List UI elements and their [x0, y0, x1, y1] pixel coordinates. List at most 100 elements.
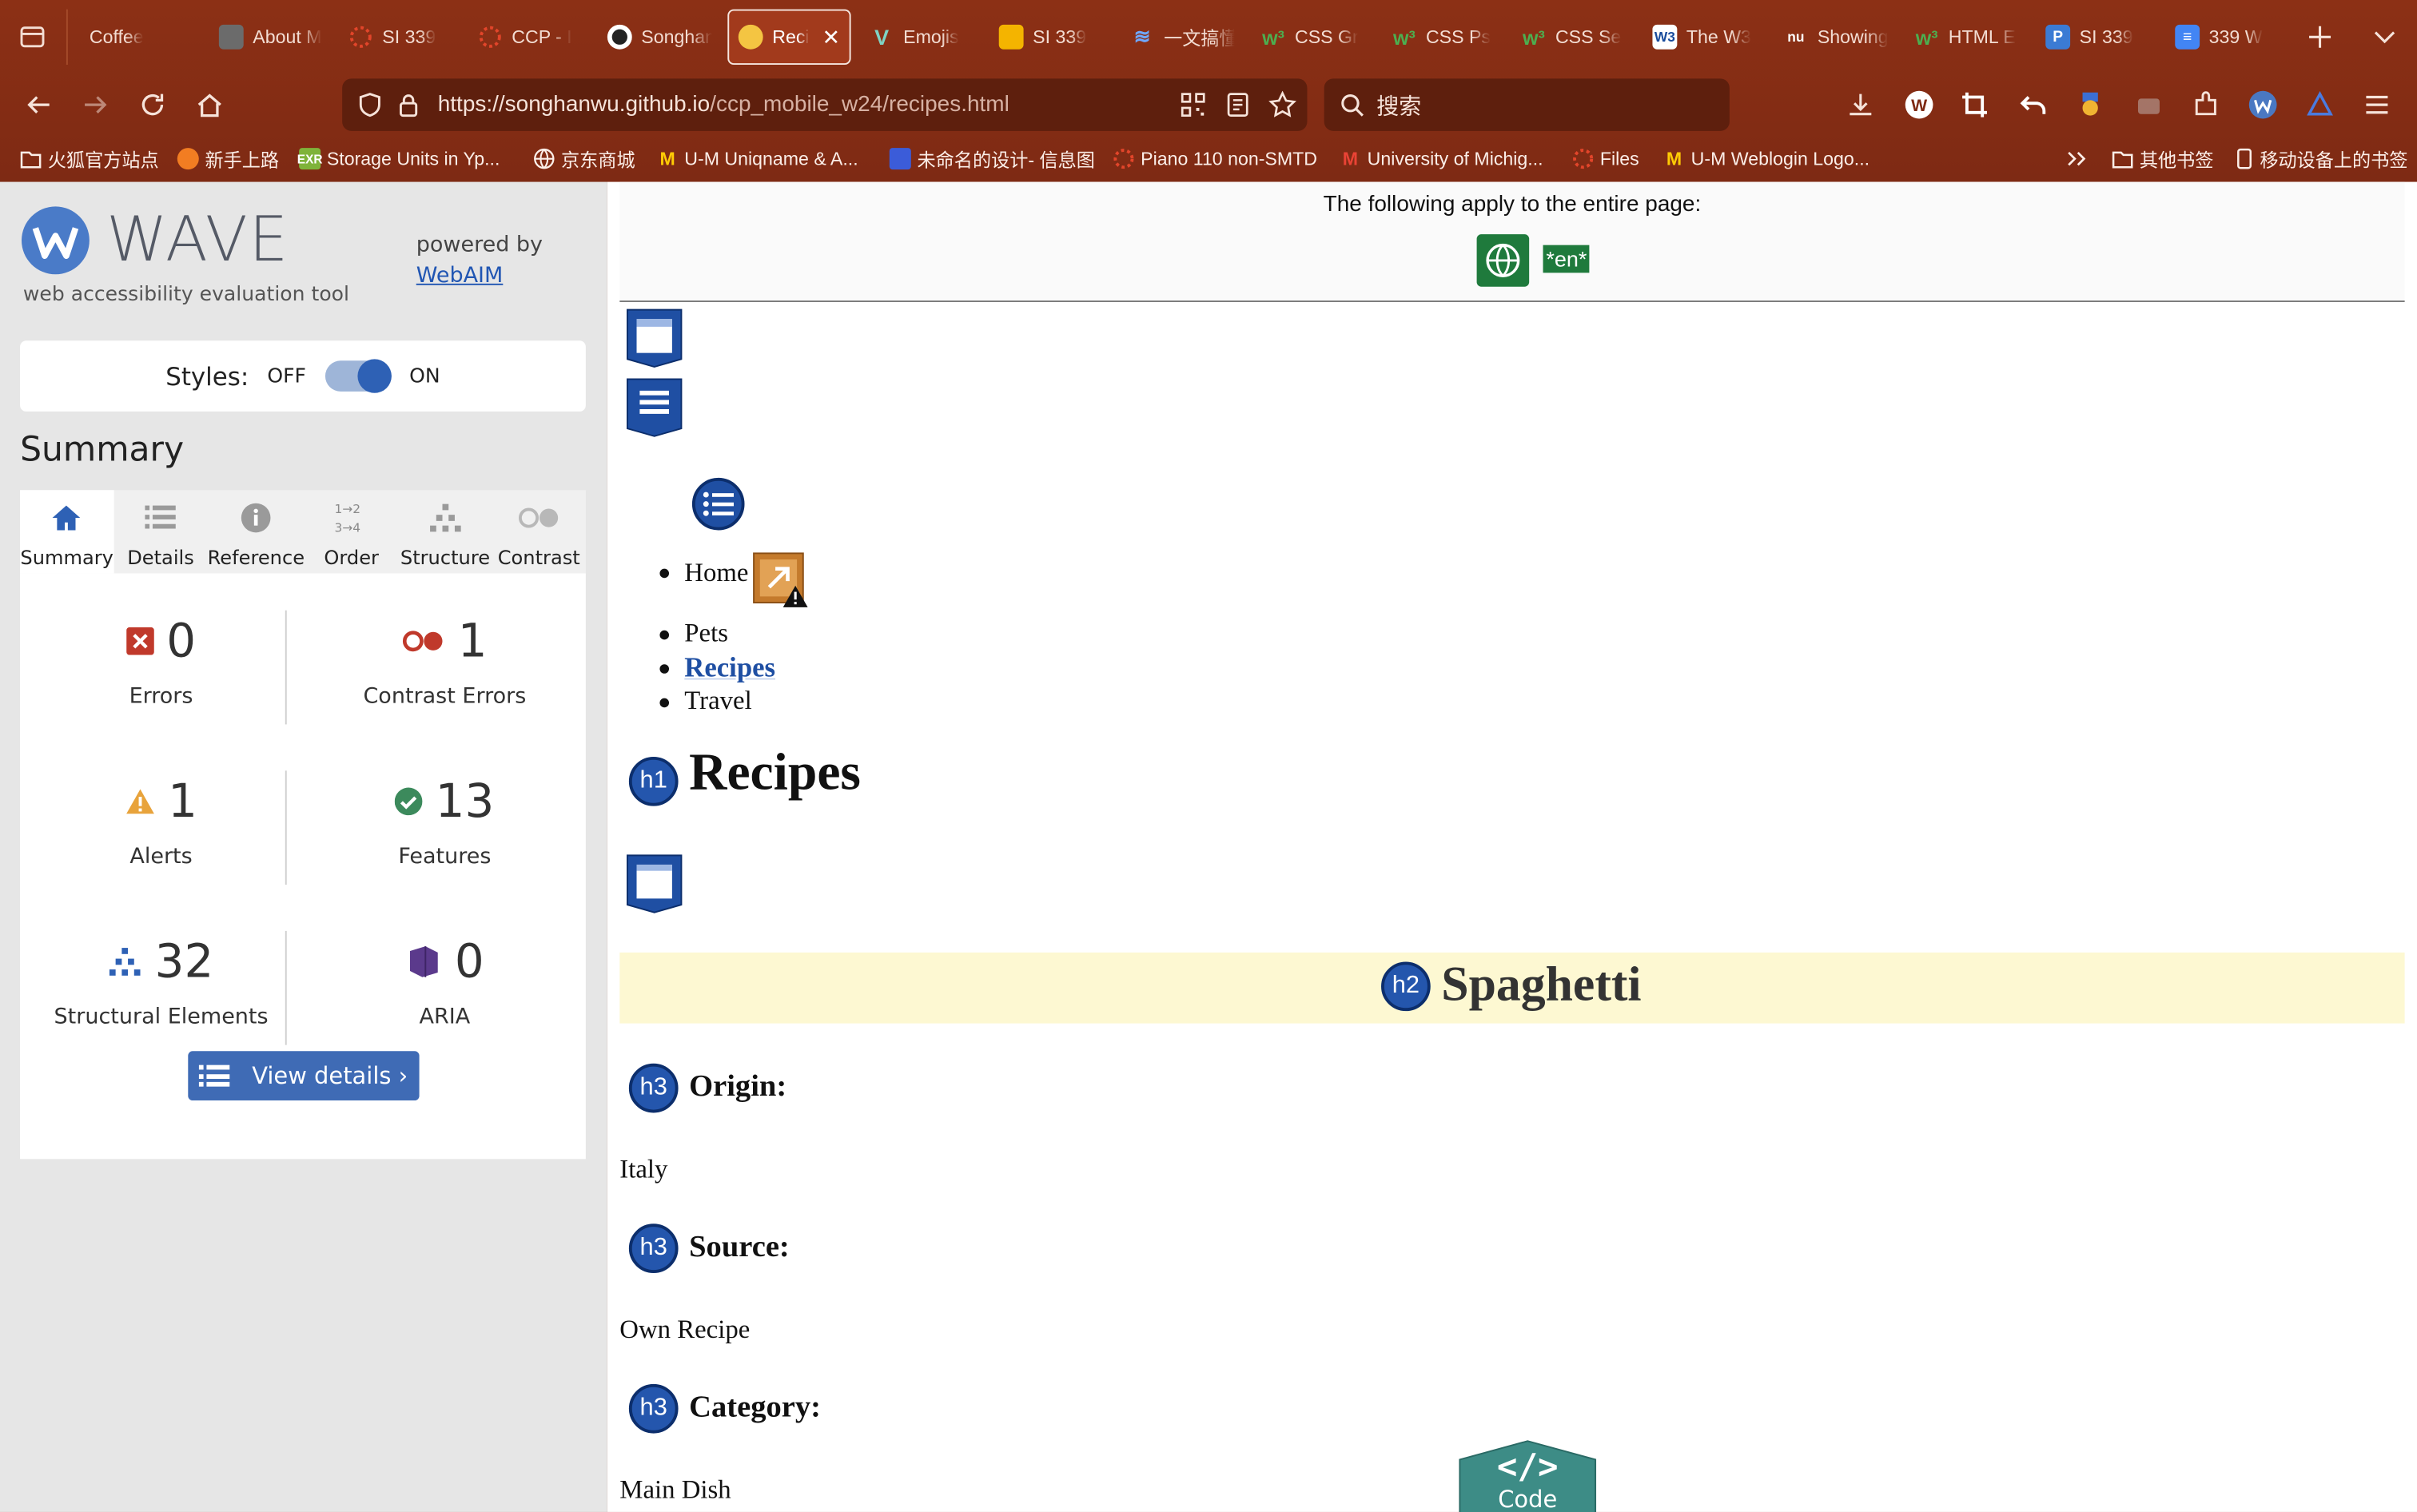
tab-label: SI 339	[382, 26, 436, 48]
tab-css-pseudo[interactable]: w³ CSS Ps	[1383, 10, 1506, 65]
stat-structural-elements[interactable]: 32 Structural Elements	[20, 894, 302, 1055]
tab-article[interactable]: ≋ 一文搞懂	[1121, 10, 1244, 65]
view-details-button[interactable]: View details ›	[188, 1051, 420, 1101]
bookmark-item[interactable]: M University of Michig...	[1340, 146, 1543, 171]
tab-html-elements[interactable]: w³ HTML E	[1905, 10, 2029, 65]
h3-badge-icon[interactable]: h3	[628, 1224, 679, 1274]
tab-order[interactable]: 1→2 3→4 Order	[305, 490, 398, 573]
downloads-icon[interactable]	[1842, 86, 1879, 123]
bookmark-folder[interactable]: 移动设备上的书签	[2235, 146, 2408, 171]
tab-list-icon[interactable]	[14, 18, 50, 55]
tab-recipes-active[interactable]: Recipes ✕	[727, 9, 851, 66]
tab-about[interactable]: About M	[209, 10, 332, 65]
tab-si339-canvas[interactable]: SI 339	[339, 10, 462, 65]
navigation-landmark-icon[interactable]	[626, 378, 683, 438]
h3-badge-icon[interactable]: h3	[628, 1063, 679, 1113]
tab-si339-slides[interactable]: SI 339	[989, 10, 1113, 65]
redundant-link-alert-icon[interactable]	[752, 551, 808, 607]
bookmark-label: University of Michig...	[1367, 148, 1543, 170]
nav-item-pets[interactable]: Pets	[659, 616, 775, 650]
menu-icon[interactable]	[2359, 86, 2395, 123]
address-bar[interactable]: https://songhanwu.github.io/ccp_mobile_w…	[342, 78, 1308, 131]
wave-extension-icon[interactable]	[2244, 86, 2281, 123]
tab-structure[interactable]: Structure	[398, 490, 492, 573]
bookmark-label: 未命名的设计- 信息图	[917, 149, 1095, 171]
tab-github[interactable]: Songhanwu	[598, 10, 721, 65]
tab-label: SI 339	[2079, 26, 2133, 48]
tab-w3c[interactable]: W3 The W3	[1643, 10, 1766, 65]
h1-badge-icon[interactable]: h1	[628, 756, 679, 806]
unordered-list-icon[interactable]	[691, 477, 745, 531]
nav-item-recipes[interactable]: Recipes	[659, 651, 775, 684]
stat-alerts[interactable]: 1 Alerts	[20, 734, 302, 894]
tab-group-coffee[interactable]: Coffee	[80, 10, 203, 65]
main-landmark-icon[interactable]	[626, 853, 683, 913]
home-icon[interactable]	[188, 83, 231, 126]
crop-extension-icon[interactable]	[1956, 86, 1993, 123]
new-tab-icon[interactable]	[2301, 18, 2338, 55]
tab-emojis[interactable]: V Emojis	[860, 10, 983, 65]
h3-badge-label: h3	[639, 1234, 667, 1261]
tab-details[interactable]: Details	[113, 490, 207, 573]
w-extension-icon[interactable]: W	[1901, 86, 1937, 123]
grey-extension-icon[interactable]	[2130, 86, 2167, 123]
webaim-link[interactable]: WebAIM	[416, 264, 504, 288]
bookmark-item[interactable]: 京东商城	[533, 146, 635, 171]
bookmark-item[interactable]: Piano 110 non-SMTD	[1113, 146, 1317, 171]
nav-item-home[interactable]: Home	[659, 552, 808, 610]
tab-contrast[interactable]: Contrast	[492, 490, 586, 573]
language-globe-icon[interactable]	[1476, 234, 1530, 287]
bookmark-star-icon[interactable]	[1268, 90, 1296, 119]
reload-icon[interactable]	[131, 83, 174, 126]
styles-off-label: OFF	[267, 364, 306, 388]
bookmarks-overflow-icon[interactable]	[2065, 146, 2087, 171]
shield-icon[interactable]	[357, 93, 382, 117]
code-button[interactable]: </> Code	[1454, 1438, 1602, 1512]
extensions-puzzle-icon[interactable]	[2188, 86, 2224, 123]
tab-reference[interactable]: Reference	[208, 490, 305, 573]
nu-favicon-icon: nu	[1787, 29, 1805, 45]
wave-tabs: Summary Details Reference 1→2 3→4 Order S…	[20, 490, 586, 574]
tab-css-selectors[interactable]: w³ CSS Se	[1512, 10, 1635, 65]
list-all-tabs-icon[interactable]	[2366, 18, 2403, 55]
medal-extension-icon[interactable]	[2072, 86, 2108, 123]
bookmark-label: Piano 110 non-SMTD	[1141, 148, 1318, 170]
bookmark-item[interactable]: EXR Storage Units in Yp...	[297, 146, 500, 171]
stat-contrast-errors[interactable]: 1 Contrast Errors	[304, 573, 586, 734]
styles-toggle[interactable]	[325, 359, 392, 393]
search-bar[interactable]: 搜索	[1324, 78, 1730, 131]
bookmark-folder[interactable]: 其他书签	[2112, 146, 2213, 171]
back-icon[interactable]	[17, 83, 60, 126]
h3-badge-icon[interactable]: h3	[628, 1383, 679, 1434]
tab-label: About M	[253, 26, 322, 48]
undo-extension-icon[interactable]	[2015, 86, 2052, 123]
lock-icon[interactable]	[398, 93, 420, 117]
tab-summary[interactable]: Summary	[20, 490, 114, 574]
alerts-label: Alerts	[129, 844, 193, 869]
tab-339-docs[interactable]: ≡ 339 W	[2166, 10, 2289, 65]
triangle-extension-icon[interactable]	[2301, 86, 2338, 123]
tab-showing[interactable]: nu Showing	[1774, 10, 1897, 65]
folder-icon	[20, 148, 42, 169]
tab-si339-p[interactable]: P SI 339	[2037, 10, 2160, 65]
reader-view-icon[interactable]	[1225, 93, 1250, 117]
bookmark-item[interactable]: M U-M Weblogin Logo...	[1663, 146, 1869, 171]
stat-features[interactable]: 13 Features	[304, 734, 586, 894]
stat-aria[interactable]: 0 ARIA	[304, 894, 586, 1055]
bookmark-item[interactable]: 新手上路	[177, 146, 279, 171]
tab-css-grid[interactable]: w³ CSS Gr	[1252, 10, 1375, 65]
bookmark-item[interactable]: 未命名的设计- 信息图	[889, 146, 1095, 171]
stat-errors[interactable]: 0 Errors	[20, 573, 302, 734]
bookmark-item[interactable]: Files	[1572, 146, 1639, 171]
h2-badge-icon[interactable]: h2	[1381, 961, 1431, 1012]
close-tab-icon[interactable]: ✕	[822, 24, 840, 50]
qr-code-icon[interactable]	[1181, 93, 1205, 117]
tab-ccp[interactable]: CCP - I	[468, 10, 591, 65]
contrast-errors-count: 1	[457, 614, 488, 669]
header-landmark-icon[interactable]	[626, 308, 683, 368]
recipe-favicon-icon	[738, 24, 763, 50]
bookmark-item[interactable]: 火狐官方站点	[20, 146, 159, 171]
nav-item-travel[interactable]: Travel	[659, 684, 775, 718]
forward-icon[interactable]	[74, 83, 117, 126]
bookmark-item[interactable]: M U-M Uniqname & A...	[657, 146, 858, 171]
